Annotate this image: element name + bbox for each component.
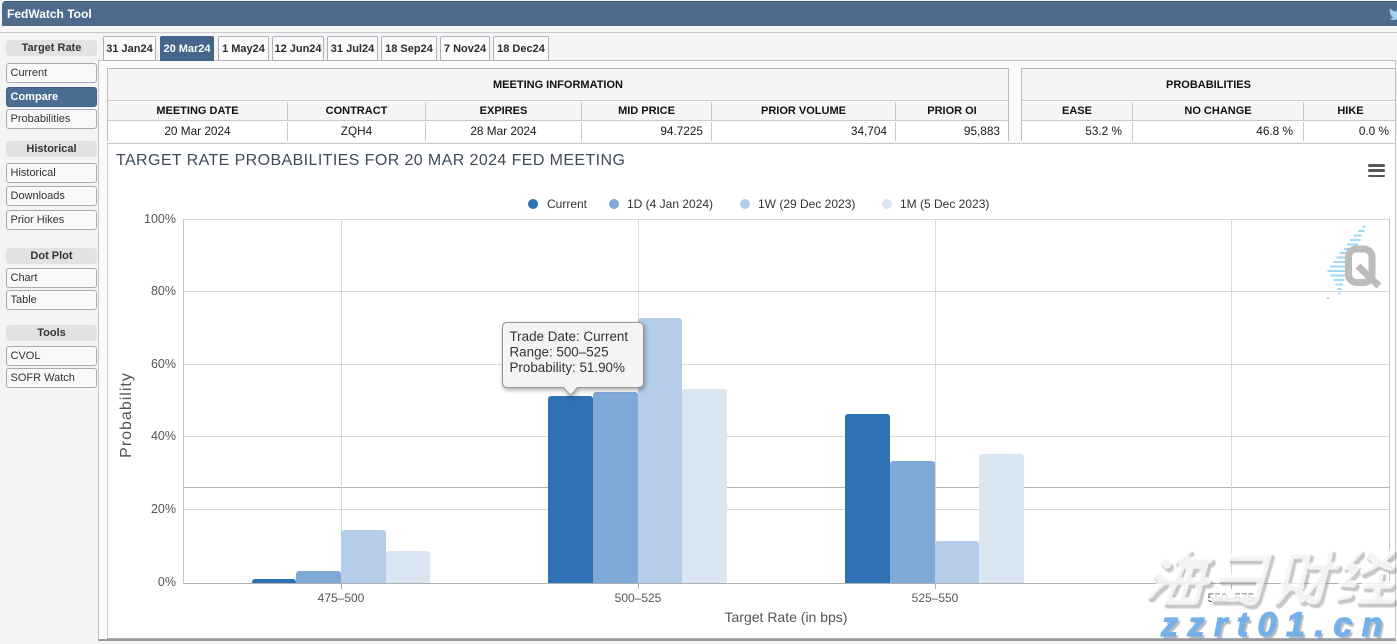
svg-text:Trade Date: Current: Trade Date: Current xyxy=(510,329,629,344)
svg-text:Probability: 51.90%: Probability: 51.90% xyxy=(510,360,625,375)
svg-text:Range: 500–525: Range: 500–525 xyxy=(510,345,609,360)
